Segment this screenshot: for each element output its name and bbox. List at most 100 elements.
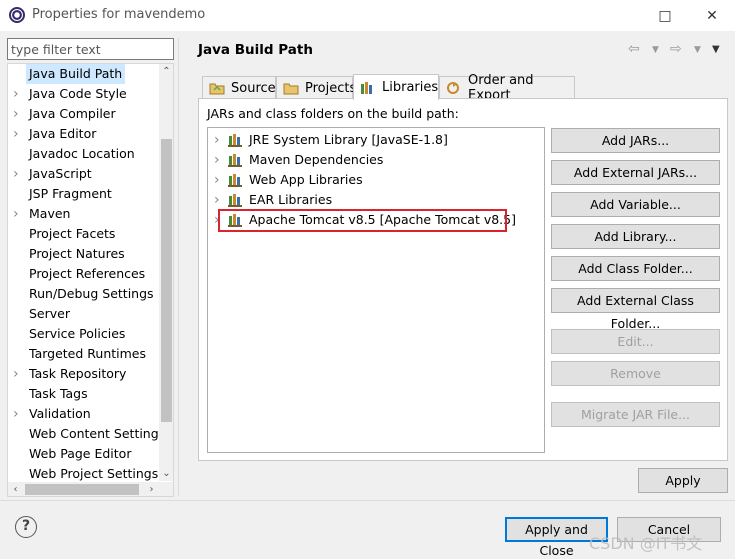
sidebar-item-label: Validation (29, 406, 91, 421)
expand-arrow-icon[interactable]: › (13, 164, 25, 184)
sidebar-item[interactable]: Javadoc Location (8, 144, 160, 164)
expand-arrow-icon[interactable]: › (13, 104, 25, 124)
cancel-button[interactable]: Cancel (617, 517, 721, 542)
source-folder-icon (209, 81, 225, 95)
sidebar-item-label: Project Natures (29, 246, 125, 261)
library-label: Maven Dependencies (249, 152, 384, 167)
expand-arrow-icon[interactable]: › (214, 170, 220, 190)
sidebar-item-label: Web Project Settings (29, 466, 159, 481)
expand-arrow-icon[interactable]: › (214, 150, 220, 170)
add-jars-button[interactable]: Add JARs... (551, 128, 720, 153)
expand-arrow-icon[interactable]: › (13, 404, 25, 424)
sidebar-item[interactable]: Project Facets (8, 224, 160, 244)
filter-input[interactable] (7, 38, 174, 60)
sidebar-item[interactable]: Service Policies (8, 324, 160, 344)
sidebar-item[interactable]: Server (8, 304, 160, 324)
sidebar-item-label: Maven (29, 206, 71, 221)
add-external-class-folder-button[interactable]: Add External Class Folder... (551, 288, 720, 331)
add-external-jars-button[interactable]: Add External JARs... (551, 160, 720, 185)
back-arrow-icon[interactable]: ⇦ (628, 41, 640, 57)
sidebar-item-label: Java Build Path (26, 64, 126, 84)
sidebar-item[interactable]: Run/Debug Settings (8, 284, 160, 304)
sidebar-item[interactable]: Web Project Settings (8, 464, 160, 484)
sidebar-item[interactable]: › Java Code Style (8, 84, 160, 104)
tab-libraries-label: Libraries (382, 80, 439, 95)
add-library-button[interactable]: Add Library... (551, 224, 720, 249)
sidebar-item[interactable]: › Java Editor (8, 124, 160, 144)
close-window-button[interactable]: ✕ (692, 0, 732, 31)
expand-arrow-icon[interactable]: › (13, 124, 25, 144)
apply-and-close-button[interactable]: Apply and Close (505, 517, 608, 558)
help-icon[interactable]: ? (15, 516, 37, 538)
apply-button[interactable]: Apply (638, 468, 728, 493)
page-title: Java Build Path (198, 42, 313, 58)
sidebar-item-label: Web Page Editor (29, 446, 132, 461)
add-class-folder-button[interactable]: Add Class Folder... (551, 256, 720, 281)
sidebar-item[interactable]: Targeted Runtimes (8, 344, 160, 364)
sidebar-item-label: JSP Fragment (29, 186, 112, 201)
add-variable-button[interactable]: Add Variable... (551, 192, 720, 217)
expand-arrow-icon[interactable]: › (214, 130, 220, 150)
sidebar-item-label: Java Compiler (29, 106, 116, 121)
sidebar-item[interactable]: › Validation (8, 404, 160, 424)
sidebar-item-label: Project References (29, 266, 146, 281)
sidebar-item-label: JavaScript (29, 166, 92, 181)
sidebar-item-label: Java Editor (29, 126, 97, 141)
footer-divider (0, 500, 735, 501)
preferences-tree[interactable]: Java Build Path › Java Code Style › Java Com… (7, 63, 174, 497)
scroll-up-icon[interactable]: ⌃ (159, 64, 173, 79)
eclipse-app-icon (9, 7, 25, 23)
tree-horizontal-scrollbar[interactable]: ‹ › (8, 482, 173, 496)
back-dropdown-icon[interactable]: ▼ (652, 45, 659, 55)
library-label: EAR Libraries (249, 192, 333, 207)
sidebar-item-label: Run/Debug Settings (29, 286, 154, 301)
hscroll-thumb[interactable] (25, 484, 139, 495)
sidebar-item-label: Javadoc Location (29, 146, 135, 161)
build-path-tabs: Source Projects Libraries Order and Expo… (198, 73, 728, 103)
scroll-thumb[interactable] (161, 139, 172, 422)
expand-arrow-icon[interactable]: › (13, 364, 25, 384)
panel-sash[interactable] (178, 38, 179, 496)
maximize-button[interactable]: □ (645, 0, 685, 31)
forward-dropdown-icon[interactable]: ▼ (694, 45, 701, 55)
sidebar-item-label: Server (29, 306, 70, 321)
edit-button[interactable]: Edit... (551, 329, 720, 354)
order-export-icon (446, 81, 462, 95)
tab-libraries[interactable]: Libraries (353, 74, 439, 100)
scroll-down-icon[interactable]: ⌄ (159, 466, 173, 481)
expand-arrow-icon[interactable]: › (214, 190, 220, 210)
library-jar-icon (228, 193, 244, 207)
tab-order-export[interactable]: Order and Export (439, 73, 575, 103)
sidebar-item[interactable]: Task Tags (8, 384, 160, 404)
migrate-jar-button[interactable]: Migrate JAR File... (551, 402, 720, 427)
expand-arrow-icon[interactable]: › (13, 84, 25, 104)
tab-source[interactable]: Source (202, 76, 276, 99)
build-path-label: JARs and class folders on the build path… (207, 106, 459, 121)
window-title: Properties for mavendemo (32, 7, 206, 22)
scroll-left-icon[interactable]: ‹ (8, 482, 23, 496)
library-label: JRE System Library [JavaSE-1.8] (249, 132, 448, 147)
expand-arrow-icon[interactable]: › (13, 204, 25, 224)
library-jar-icon (228, 173, 244, 187)
library-list[interactable]: › JRE System Library [JavaSE-1.8] › Maven D… (207, 127, 545, 453)
sidebar-item[interactable]: › Task Repository (8, 364, 160, 384)
sidebar-item[interactable]: Project References (8, 264, 160, 284)
forward-arrow-icon[interactable]: ⇨ (670, 41, 682, 57)
sidebar-item[interactable]: › Java Compiler (8, 104, 160, 124)
sidebar-item[interactable]: › Maven (8, 204, 160, 224)
libraries-tab-panel: JARs and class folders on the build path… (198, 98, 728, 461)
sidebar-item[interactable]: JSP Fragment (8, 184, 160, 204)
remove-button[interactable]: Remove (551, 361, 720, 386)
sidebar-item[interactable]: Project Natures (8, 244, 160, 264)
sidebar-item[interactable]: Java Build Path (8, 64, 160, 84)
tree-vertical-scrollbar[interactable]: ⌃ ⌄ (159, 64, 173, 481)
view-menu-icon[interactable]: ▼ (712, 44, 720, 55)
sidebar-item-label: Service Policies (29, 326, 126, 341)
sidebar-item[interactable]: Web Page Editor (8, 444, 160, 464)
library-jar-icon (228, 133, 244, 147)
sidebar-item[interactable]: › JavaScript (8, 164, 160, 184)
sidebar-item[interactable]: Web Content Settings (8, 424, 165, 444)
scroll-right-icon[interactable]: › (144, 482, 159, 496)
libraries-icon (360, 81, 376, 95)
tab-projects[interactable]: Projects (276, 76, 356, 99)
